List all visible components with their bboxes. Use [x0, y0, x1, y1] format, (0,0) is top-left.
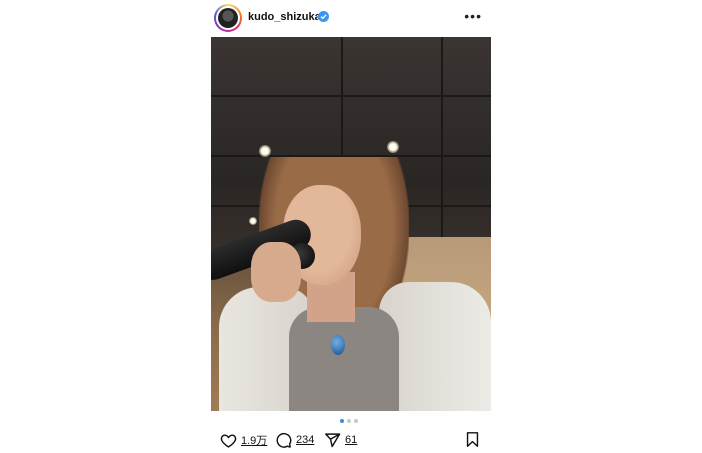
carousel-dot	[347, 419, 351, 423]
ceiling-light	[259, 145, 271, 157]
carousel-indicator	[340, 419, 362, 425]
post-header: kudo_shizuka •••	[214, 4, 492, 32]
carousel-dot-active	[340, 419, 344, 423]
username-link[interactable]: kudo_shizuka	[248, 11, 321, 23]
verified-badge-icon	[318, 11, 329, 22]
avatar-frame	[216, 6, 240, 30]
comment-icon	[276, 432, 292, 448]
send-icon	[325, 432, 341, 447]
share-button[interactable]: 61	[324, 430, 357, 450]
carousel-dot	[354, 419, 358, 423]
share-count[interactable]: 61	[345, 434, 357, 446]
comment-count[interactable]: 234	[296, 434, 314, 446]
bookmark-icon	[466, 432, 479, 447]
like-button[interactable]: 1.9万	[220, 430, 267, 450]
heart-icon	[220, 433, 237, 448]
like-count[interactable]: 1.9万	[241, 432, 267, 448]
ceiling-light	[249, 217, 257, 225]
ceiling-light	[387, 141, 399, 153]
avatar-image	[218, 8, 238, 28]
more-horizontal-icon[interactable]: •••	[464, 8, 482, 24]
ceiling-beam	[441, 37, 443, 257]
post-actions: 1.9万 234 61	[211, 430, 491, 450]
comment-button[interactable]: 234	[275, 430, 314, 450]
save-button[interactable]	[464, 431, 481, 453]
post-media[interactable]	[211, 37, 491, 411]
shirt	[289, 307, 399, 411]
hand	[251, 242, 301, 302]
ceiling-beam	[211, 95, 491, 97]
avatar[interactable]	[214, 4, 242, 32]
pendant	[331, 335, 345, 355]
